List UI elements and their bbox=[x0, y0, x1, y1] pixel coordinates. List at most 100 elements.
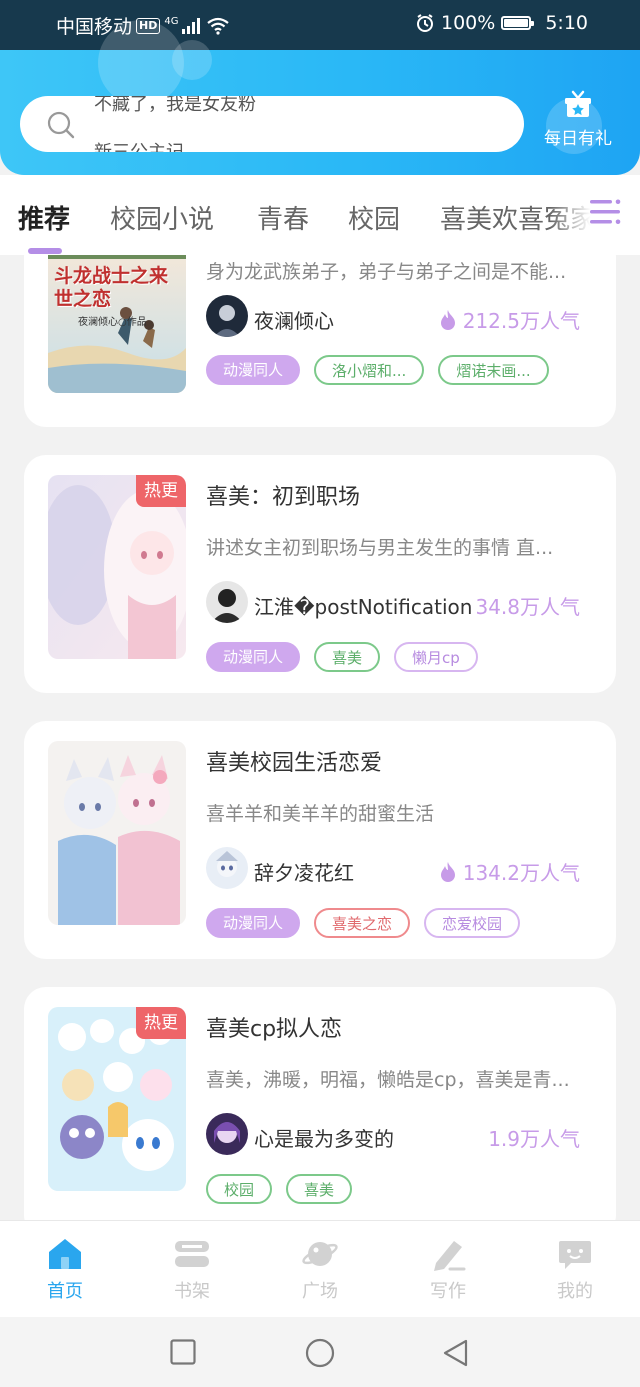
back-triangle-icon[interactable] bbox=[441, 1338, 469, 1368]
nav-home[interactable]: 首页 bbox=[25, 1237, 105, 1303]
author-avatar[interactable] bbox=[206, 295, 248, 337]
nav-bookshelf-label: 书架 bbox=[174, 1281, 210, 1302]
popularity-text: 1.9万人气 bbox=[488, 1127, 580, 1151]
popularity-text: 134.2万人气 bbox=[462, 861, 580, 885]
daily-gift-label: 每日有礼 bbox=[544, 129, 612, 149]
book-cover: 斗龙战士之来世之恋 夜澜倾心○作品 bbox=[48, 255, 186, 393]
battery-icon bbox=[501, 16, 535, 30]
home-icon bbox=[49, 1239, 81, 1269]
search-suggestion-next: 新三公主记 bbox=[94, 138, 184, 152]
book-title[interactable]: 喜美校园生活恋爱 bbox=[206, 745, 382, 777]
book-description: 喜美，沸暖，明福，懒皓是cp，喜美是青... bbox=[206, 1069, 570, 1091]
popularity: 134.2万人气 bbox=[439, 857, 580, 886]
tag-list: 校园 喜美 bbox=[206, 1174, 353, 1204]
tag[interactable]: 喜美 bbox=[314, 642, 381, 672]
book-card[interactable]: 喜美校园生活恋爱 喜羊羊和美羊羊的甜蜜生活 辞夕凌花红 134.2万人气 动漫同… bbox=[24, 721, 616, 959]
battery-percent: 100% bbox=[441, 12, 496, 34]
book-list: 斗龙战士之来世之恋 夜澜倾心○作品 身为龙武族弟子，弟子与弟子之间是不能... … bbox=[0, 255, 640, 1220]
book-card[interactable]: 热更 喜美：初到职场 讲述女主初到职场与男主发生的事情 直... 江淮�post… bbox=[24, 455, 616, 693]
tag[interactable]: 动漫同人 bbox=[206, 908, 301, 938]
gift-icon bbox=[565, 90, 591, 117]
tag-list: 动漫同人 喜美之恋 恋爱校园 bbox=[206, 908, 521, 938]
daily-gift-button[interactable]: 每日有礼 bbox=[544, 90, 612, 149]
popularity: 34.8万人气 bbox=[475, 591, 580, 620]
book-card[interactable]: 斗龙战士之来世之恋 夜澜倾心○作品 身为龙武族弟子，弟子与弟子之间是不能... … bbox=[24, 255, 616, 427]
search-icon bbox=[47, 111, 75, 139]
book-card[interactable]: 热更 喜美cp拟人恋 喜美，沸暖，明福，懒皓是cp，喜美是青... 心是最为多变… bbox=[24, 987, 616, 1220]
author-avatar[interactable] bbox=[206, 581, 248, 623]
book-cover: 热更 bbox=[48, 475, 186, 659]
tab-campus-novel[interactable]: 校园小说 bbox=[110, 199, 214, 236]
nav-profile-label: 我的 bbox=[557, 1281, 593, 1302]
decor-bubble bbox=[172, 40, 212, 80]
tag[interactable]: 恋爱校园 bbox=[424, 908, 521, 938]
nav-write[interactable]: 写作 bbox=[408, 1237, 488, 1303]
nav-bookshelf[interactable]: 书架 bbox=[152, 1237, 232, 1303]
tab-campus[interactable]: 校园 bbox=[348, 199, 400, 236]
bookshelf-icon bbox=[175, 1241, 209, 1267]
popularity: 212.5万人气 bbox=[439, 305, 580, 334]
cover-art bbox=[48, 741, 186, 925]
book-title[interactable]: 喜美：初到职场 bbox=[206, 479, 360, 511]
author-avatar[interactable] bbox=[206, 847, 248, 889]
nav-square[interactable]: 广场 bbox=[280, 1237, 360, 1303]
search-suggestion: 不藏了，我是女友粉 bbox=[94, 96, 256, 115]
flame-icon bbox=[440, 309, 455, 330]
book-cover bbox=[48, 741, 186, 925]
category-menu-icon[interactable] bbox=[590, 197, 622, 227]
nav-square-label: 广场 bbox=[302, 1281, 338, 1302]
search-bar[interactable]: 不藏了，我是女友粉 新三公主记 bbox=[20, 96, 524, 152]
book-description: 讲述女主初到职场与男主发生的事情 直... bbox=[206, 537, 554, 559]
status-bar: 中国移动 HD 4G 100% 5:10 bbox=[0, 0, 640, 50]
book-description: 喜羊羊和美羊羊的甜蜜生活 bbox=[206, 803, 435, 825]
author-avatar[interactable] bbox=[206, 1113, 248, 1155]
recent-apps-icon[interactable] bbox=[170, 1339, 196, 1365]
system-navigation-bar bbox=[0, 1317, 640, 1387]
tag[interactable]: 熠诺末画... bbox=[438, 355, 549, 385]
book-title[interactable]: 喜美cp拟人恋 bbox=[206, 1011, 342, 1043]
book-description: 身为龙武族弟子，弟子与弟子之间是不能... bbox=[206, 261, 567, 283]
bottom-nav: 首页 书架 广场 写作 我的 bbox=[0, 1220, 640, 1318]
wifi-icon bbox=[207, 17, 230, 35]
author-name[interactable]: 江淮�postNotification bbox=[254, 591, 472, 620]
category-tabs: 推荐 校园小说 青春 校园 喜美欢喜冤家 bbox=[0, 175, 640, 255]
tag[interactable]: 洛小熠和... bbox=[314, 355, 425, 385]
clock: 5:10 bbox=[545, 12, 588, 34]
tag[interactable]: 喜美 bbox=[286, 1174, 353, 1204]
pen-icon bbox=[434, 1241, 466, 1271]
popularity: 1.9万人气 bbox=[488, 1123, 580, 1152]
active-tab-indicator bbox=[28, 248, 62, 254]
home-circle-icon[interactable] bbox=[305, 1338, 335, 1368]
cover-title: 斗龙战士之来世之恋 bbox=[54, 265, 169, 310]
header: 不藏了，我是女友粉 新三公主记 每日有礼 bbox=[0, 20, 640, 175]
tag[interactable]: 动漫同人 bbox=[206, 355, 301, 385]
signal-icon bbox=[182, 17, 201, 34]
cover-subtitle: 夜澜倾心○作品 bbox=[78, 317, 147, 328]
decor-bubble bbox=[98, 20, 184, 106]
tag-list: 动漫同人 喜美 懒月cp bbox=[206, 642, 478, 672]
popularity-text: 212.5万人气 bbox=[462, 309, 580, 333]
hot-badge: 热更 bbox=[136, 1007, 186, 1039]
tag[interactable]: 动漫同人 bbox=[206, 642, 301, 672]
tab-recommend[interactable]: 推荐 bbox=[18, 199, 70, 236]
alarm-icon bbox=[417, 14, 433, 32]
nav-write-label: 写作 bbox=[430, 1281, 466, 1302]
network-type: 4G bbox=[164, 16, 179, 27]
tag[interactable]: 懒月cp bbox=[394, 642, 478, 672]
tag-list: 动漫同人 洛小熠和... 熠诺末画... bbox=[206, 355, 549, 385]
author-name[interactable]: 辞夕凌花红 bbox=[254, 857, 354, 886]
tag[interactable]: 喜美之恋 bbox=[314, 908, 411, 938]
author-name[interactable]: 夜澜倾心 bbox=[254, 305, 334, 334]
book-cover: 热更 bbox=[48, 1007, 186, 1191]
nav-profile[interactable]: 我的 bbox=[535, 1237, 615, 1303]
tag[interactable]: 校园 bbox=[206, 1174, 273, 1204]
author-name[interactable]: 心是最为多变的 bbox=[254, 1123, 394, 1152]
tab-youth[interactable]: 青春 bbox=[257, 199, 309, 236]
chat-face-icon bbox=[559, 1241, 591, 1269]
flame-icon bbox=[440, 861, 455, 882]
status-right: 100% 5:10 bbox=[415, 12, 588, 34]
popularity-text: 34.8万人气 bbox=[475, 595, 580, 619]
nav-home-label: 首页 bbox=[47, 1281, 83, 1302]
hot-badge: 热更 bbox=[136, 475, 186, 507]
planet-icon bbox=[302, 1242, 338, 1266]
